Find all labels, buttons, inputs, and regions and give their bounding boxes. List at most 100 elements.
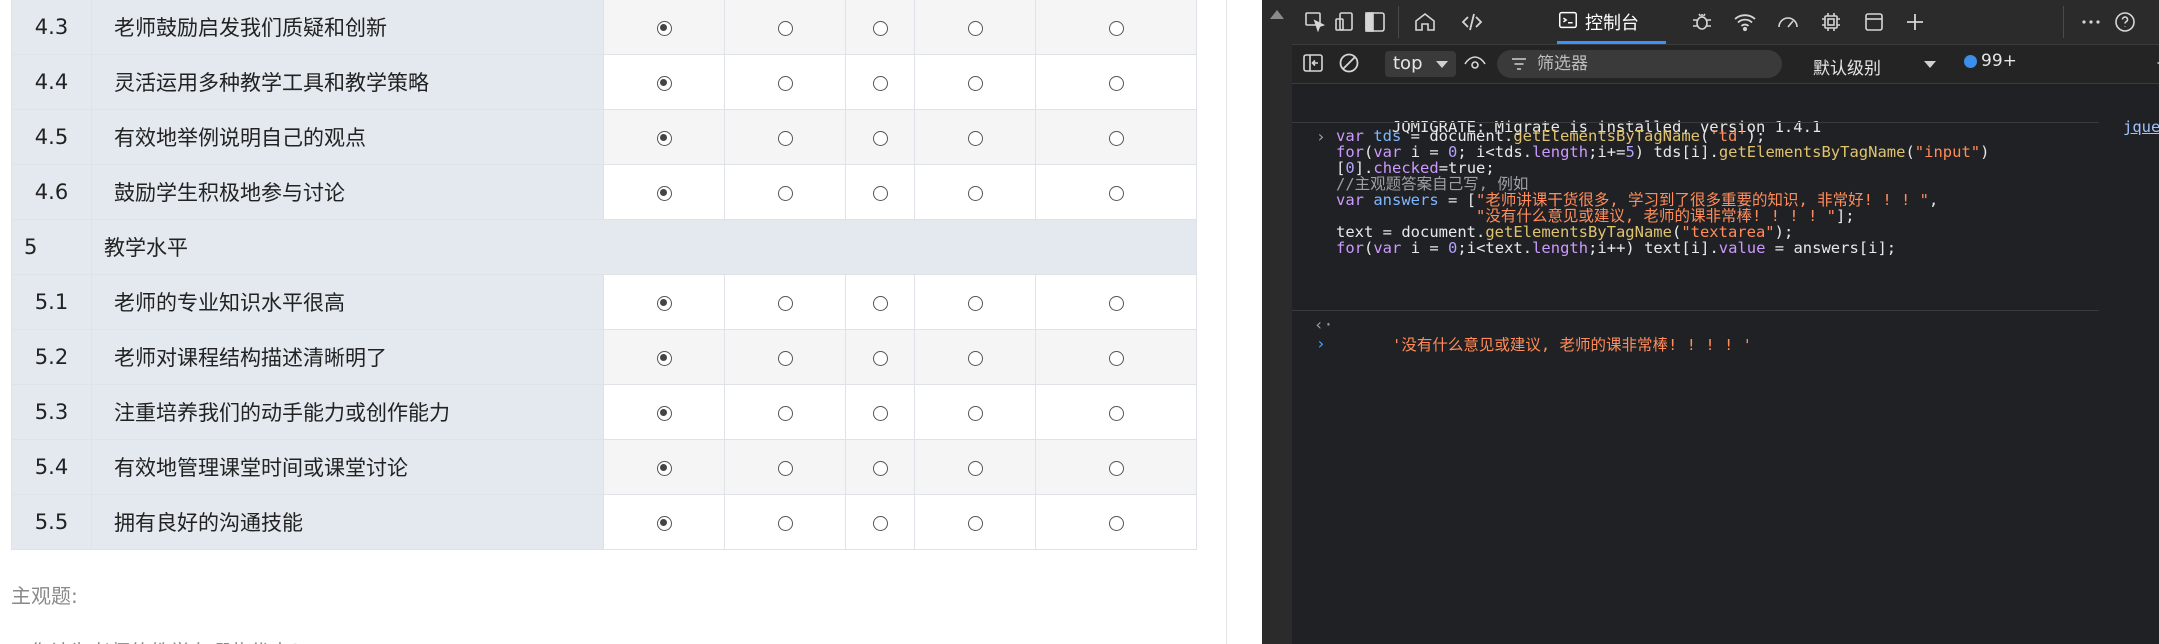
rating-radio[interactable] [872, 75, 888, 91]
devtools-panel: 控制台 top 筛选器 默认级别 99+ JQMIGRATE: Migrate … [1262, 0, 2159, 644]
level-chevron-down-icon[interactable] [1924, 61, 1936, 68]
rating-radio[interactable] [1108, 515, 1124, 531]
rating-option-cell [724, 0, 846, 55]
message-divider [1292, 122, 2099, 123]
rating-radio-checked[interactable] [656, 130, 672, 146]
rating-radio[interactable] [967, 75, 983, 91]
chevron-down-icon [1436, 61, 1448, 68]
sources-bug-icon[interactable] [1689, 10, 1715, 34]
more-menu-icon[interactable] [2078, 10, 2104, 34]
rating-radio[interactable] [967, 130, 983, 146]
dock-side-icon[interactable] [1362, 10, 1388, 34]
rating-radio[interactable] [777, 130, 793, 146]
issues-counter[interactable]: 99+ [1964, 51, 2017, 71]
rating-radio[interactable] [1108, 405, 1124, 421]
rating-radio-checked[interactable] [656, 460, 672, 476]
rating-radio[interactable] [777, 350, 793, 366]
inspect-icon[interactable] [1302, 10, 1328, 34]
toolbar-separator [1398, 6, 1399, 38]
rating-radio[interactable] [777, 515, 793, 531]
rating-radio-checked[interactable] [656, 405, 672, 421]
rating-radio[interactable] [967, 185, 983, 201]
item-number: 5.5 [11, 494, 92, 550]
network-wifi-icon[interactable] [1732, 10, 1758, 34]
rating-option-cell [724, 164, 846, 220]
rating-radio[interactable] [872, 295, 888, 311]
rating-radio[interactable] [872, 130, 888, 146]
item-text: 老师对课程结构描述清晰明了 [91, 329, 604, 385]
item-number: 4.6 [11, 164, 92, 220]
rating-radio[interactable] [1108, 350, 1124, 366]
more-tools-plus-icon[interactable] [1902, 10, 1928, 34]
rating-radio[interactable] [967, 460, 983, 476]
rating-radio[interactable] [967, 515, 983, 531]
rating-radio[interactable] [1108, 75, 1124, 91]
rating-radio-checked[interactable] [656, 350, 672, 366]
rating-radio[interactable] [872, 515, 888, 531]
device-emulation-icon[interactable] [1332, 10, 1358, 34]
rating-radio[interactable] [777, 460, 793, 476]
elements-icon[interactable] [1459, 10, 1485, 34]
rating-radio-checked[interactable] [656, 515, 672, 531]
rating-radio[interactable] [777, 295, 793, 311]
item-number: 5.2 [11, 329, 92, 385]
item-text: 鼓励学生积极地参与讨论 [91, 164, 604, 220]
console-prompt-chevron-icon[interactable]: › [1316, 334, 1326, 353]
help-icon[interactable] [2112, 10, 2138, 34]
toggle-sidebar-icon[interactable] [1300, 51, 1326, 75]
log-level-selector[interactable]: 默认级别 [1813, 54, 1881, 79]
rating-radio[interactable] [777, 405, 793, 421]
devtools-toolbar: 控制台 [1292, 0, 2159, 45]
rating-radio[interactable] [1108, 295, 1124, 311]
item-number: 4.4 [11, 54, 92, 110]
rating-radio-checked[interactable] [656, 185, 672, 201]
rating-radio[interactable] [1108, 130, 1124, 146]
console-filter-placeholder: 筛选器 [1537, 54, 1588, 74]
context-selector[interactable]: top [1385, 51, 1456, 77]
survey-table: 4.3 老师鼓励启发我们质疑和创新 4.4 灵活运用多种教学工具和教学策略 4.5 有效地… [11, 0, 1197, 550]
clear-console-icon[interactable] [1336, 51, 1362, 75]
context-selector-value: top [1393, 53, 1423, 74]
rating-option-cell [845, 439, 915, 495]
rating-radio[interactable] [872, 350, 888, 366]
welcome-home-icon[interactable] [1412, 10, 1438, 34]
memory-chip-icon[interactable] [1818, 10, 1844, 34]
rating-radio[interactable] [777, 20, 793, 36]
tab-console[interactable]: 控制台 [1557, 6, 1639, 38]
rating-radio[interactable] [1108, 20, 1124, 36]
application-panel-icon[interactable] [1861, 10, 1887, 34]
collapse-triangle-icon[interactable] [1270, 10, 1284, 19]
console-filter-input[interactable]: 筛选器 [1497, 50, 1782, 78]
item-text: 有效地举例说明自己的观点 [91, 109, 604, 165]
code-line: [0].checked=true; [1336, 159, 1495, 177]
rating-radio[interactable] [777, 185, 793, 201]
rating-radio[interactable] [967, 350, 983, 366]
survey-page: 4.3 老师鼓励启发我们质疑和创新 4.4 灵活运用多种教学工具和教学策略 4.5 有效地… [0, 0, 1262, 644]
rating-option-cell [914, 54, 1036, 110]
rating-radio[interactable] [967, 405, 983, 421]
rating-radio-checked[interactable] [656, 75, 672, 91]
rating-radio[interactable] [872, 20, 888, 36]
rating-radio[interactable] [1108, 460, 1124, 476]
rating-option-cell [845, 164, 915, 220]
rating-option-cell [1035, 0, 1197, 55]
console-icon [1557, 9, 1579, 36]
rating-radio[interactable] [872, 460, 888, 476]
rating-radio[interactable] [967, 20, 983, 36]
live-expression-eye-icon[interactable] [1462, 51, 1488, 75]
console-settings-gear-icon[interactable] [2154, 51, 2159, 75]
rating-option-cell [914, 494, 1036, 550]
rating-radio[interactable] [872, 185, 888, 201]
table-row: 5.2 老师对课程结构描述清晰明了 [11, 329, 1197, 385]
rating-radio[interactable] [777, 75, 793, 91]
rating-radio[interactable] [872, 405, 888, 421]
rating-radio[interactable] [1108, 185, 1124, 201]
performance-gauge-icon[interactable] [1775, 10, 1801, 34]
page-divider [1226, 0, 1227, 644]
table-row: 5.1 老师的专业知识水平很高 [11, 274, 1197, 330]
rating-option-cell [914, 329, 1036, 385]
rating-radio-checked[interactable] [656, 295, 672, 311]
rating-radio-checked[interactable] [656, 20, 672, 36]
item-number: 5.4 [11, 439, 92, 495]
rating-radio[interactable] [967, 295, 983, 311]
